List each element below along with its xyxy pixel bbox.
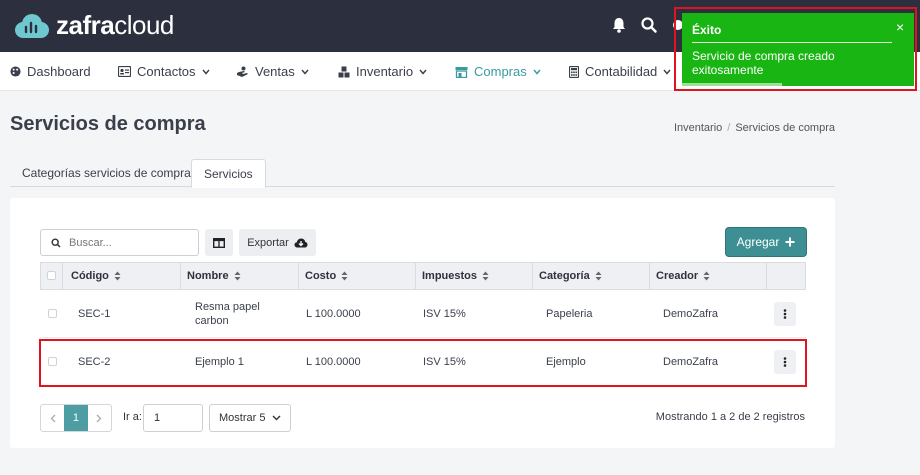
bell-icon[interactable] [609,15,629,35]
success-toast: Éxito × Servicio de compra creado exitos… [682,13,914,86]
contact-card-icon [118,66,131,77]
export-label: Exportar [247,236,289,249]
cloud-logo-icon [15,13,49,38]
column-header-impuestos[interactable]: Impuestos [416,263,533,289]
tab-servicios[interactable]: Servicios [191,159,266,188]
page-size-select[interactable]: Mostrar 5 [209,404,291,432]
nav-compras[interactable]: Compras [455,52,541,91]
sort-icon [114,271,121,281]
toast-title: Éxito [692,23,722,37]
sort-icon [482,271,489,281]
logo[interactable]: zafracloud [12,10,174,41]
more-vertical-icon [783,309,787,319]
table-row[interactable]: SEC-1 Resma papel carbon L 100.0000 ISV … [40,290,806,338]
palette-icon [10,66,21,77]
pagination: 1 [40,404,112,432]
chevron-down-icon [301,69,309,75]
chevron-down-icon [202,69,210,75]
toast-close-button[interactable]: × [896,20,904,34]
breadcrumb: Inventario / Servicios de compra [674,122,835,134]
nav-dashboard[interactable]: Dashboard [10,52,91,91]
column-header-nombre[interactable]: Nombre [181,263,299,289]
page-size-label: Mostrar 5 [219,412,266,424]
page-button-current[interactable]: 1 [64,405,88,431]
cell-costo: L 100.0000 [306,308,361,320]
sales-hand-icon [237,66,248,77]
sort-icon [703,271,710,281]
toast-progress-bar [682,83,782,86]
column-header-costo[interactable]: Costo [299,263,416,289]
new-row-highlight [39,339,807,387]
export-button[interactable]: Exportar [239,229,316,256]
nav-contabilidad[interactable]: Contabilidad [569,52,671,91]
sort-icon [341,271,348,281]
boxes-icon [338,66,350,77]
chevron-down-icon [663,69,671,75]
column-header-codigo[interactable]: Código [63,263,181,289]
toast-message: Servicio de compra creado exitosamente [692,49,835,77]
chevron-right-icon [96,414,102,422]
row-checkbox[interactable] [48,309,57,318]
column-header-categoria[interactable]: Categoría [533,263,650,289]
page-title: Servicios de compra [10,113,206,135]
cell-creador: DemoZafra [663,308,719,320]
plus-icon [785,237,795,247]
columns-icon [213,237,225,248]
search-box[interactable] [40,229,199,256]
tab-categorias-servicios[interactable]: Categorías servicios de compra [10,159,203,187]
toast-divider [692,42,892,43]
calculator-icon [569,65,579,78]
cell-nombre: Resma papel carbon [195,301,260,327]
column-header-actions [767,263,805,289]
nav-inventario[interactable]: Inventario [338,52,427,91]
chevron-down-icon [533,69,541,75]
table-header: Código Nombre Costo Impuestos Categoría … [40,262,806,290]
search-input[interactable] [69,236,179,249]
goto-label: Ir a: [123,411,142,423]
cell-codigo: SEC-1 [78,308,111,320]
breadcrumb-item-current: Servicios de compra [735,122,835,134]
sort-icon [234,271,241,281]
column-header-creador[interactable]: Creador [650,263,767,289]
sort-icon [595,271,602,281]
tab-bar: Categorías servicios de compra Servicios [10,159,835,188]
chevron-down-icon [272,415,281,421]
columns-button[interactable] [205,229,233,256]
add-label: Agregar [736,235,780,249]
cell-impuestos: ISV 15% [423,308,466,320]
cell-categoria: Papeleria [546,308,593,320]
select-all-checkbox[interactable] [47,271,56,280]
records-summary: Mostrando 1 a 2 de 2 registros [655,411,805,423]
nav-contactos[interactable]: Contactos [118,52,210,91]
breadcrumb-item-inventario[interactable]: Inventario [674,122,722,134]
nav-ventas[interactable]: Ventas [236,52,309,91]
cloud-download-icon [294,238,308,247]
logo-text: zafracloud [56,10,174,40]
row-actions-button[interactable] [774,302,796,326]
chevron-left-icon [50,414,56,422]
breadcrumb-separator: / [727,122,731,134]
store-icon [455,66,468,78]
goto-page-input[interactable] [143,404,203,432]
next-page-button[interactable] [88,405,111,431]
chevron-down-icon [419,69,427,75]
prev-page-button[interactable] [41,405,64,431]
search-icon[interactable] [639,15,659,35]
search-icon [51,237,61,248]
add-button[interactable]: Agregar [726,228,806,256]
header-select-all [41,263,63,289]
